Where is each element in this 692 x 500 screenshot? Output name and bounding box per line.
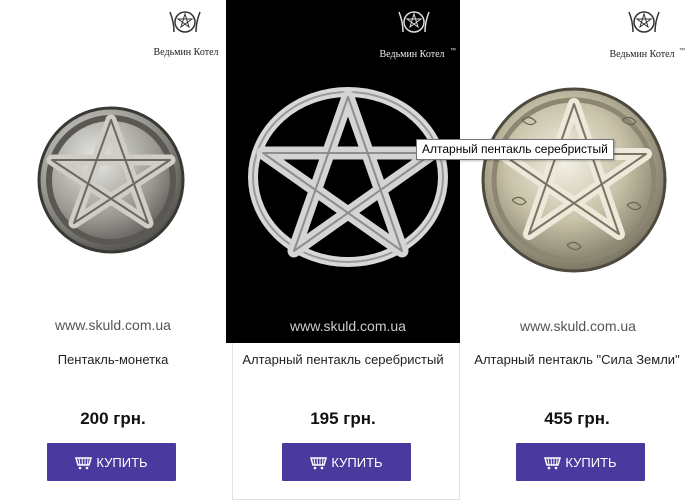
trademark: ™	[679, 47, 685, 54]
tooltip: Алтарный пентакль серебристый	[416, 139, 614, 160]
product-image[interactable]: Ведьмин Котел ™ www.skuld.com.ua	[462, 0, 692, 343]
cart-icon	[544, 456, 562, 469]
product-image[interactable]: Ведьмин Котел www.skuld.com.ua	[0, 0, 226, 343]
buy-button[interactable]: КУПИТЬ	[282, 443, 411, 481]
cart-icon	[310, 456, 328, 469]
product-name[interactable]: Алтарный пентакль серебристый	[226, 352, 460, 367]
product-card[interactable]: Ведьмин Котел ™ www.skuld.com.ua Алтарны…	[226, 0, 460, 500]
buy-label: КУПИТЬ	[331, 454, 383, 470]
logo-text: Ведьмин Котел	[380, 49, 445, 60]
trademark: ™	[450, 47, 456, 54]
product-price: 195 грн.	[310, 409, 376, 428]
watermark: www.skuld.com.ua	[54, 317, 171, 333]
buy-label: КУПИТЬ	[565, 454, 617, 470]
product-price: 455 грн.	[544, 409, 610, 428]
watermark: www.skuld.com.ua	[519, 318, 636, 334]
product-image[interactable]: Ведьмин Котел ™ www.skuld.com.ua	[226, 0, 460, 343]
buy-button[interactable]: КУПИТЬ	[516, 443, 645, 481]
watermark: www.skuld.com.ua	[289, 318, 406, 334]
product-name[interactable]: Алтарный пентакль "Сила Земли"	[462, 352, 692, 367]
product-card[interactable]: Ведьмин Котел www.skuld.com.ua Пентакль-…	[0, 0, 226, 500]
product-price: 200 грн.	[80, 409, 146, 428]
cart-icon	[75, 456, 93, 469]
buy-label: КУПИТЬ	[96, 454, 148, 470]
product-card[interactable]: Ведьмин Котел ™ www.skuld.com.ua Алтарны…	[462, 0, 692, 500]
logo-text: Ведьмин Котел	[610, 49, 675, 60]
product-name[interactable]: Пентакль-монетка	[0, 352, 226, 367]
logo-text: Ведьмин Котел	[154, 47, 219, 58]
buy-button[interactable]: КУПИТЬ	[47, 443, 176, 481]
